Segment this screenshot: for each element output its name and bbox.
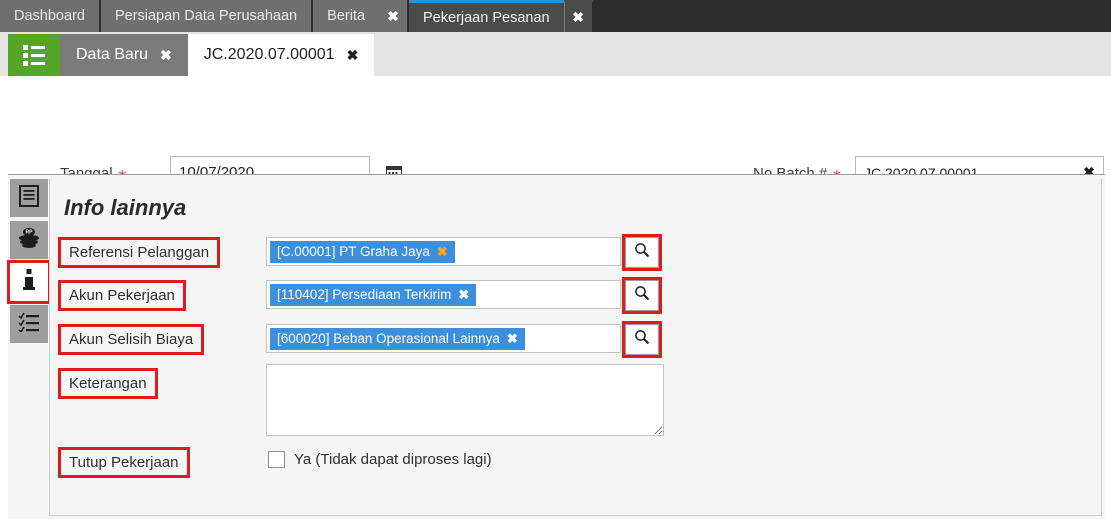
search-icon [634,329,650,350]
rail-item-checklist[interactable] [10,305,48,343]
field-akun-pekerjaan[interactable]: [110402] Persediaan Terkirim ✖ [266,280,621,309]
browser-tab-label: Pekerjaan Pesanan [423,9,550,26]
search-button-akun-pekerjaan[interactable] [622,277,662,314]
tag-label: [C.00001] PT Graha Jaya [277,244,430,259]
browser-tab-label: Berita [327,8,366,24]
money-stack-icon: RP [17,227,41,254]
info-lainnya-card: Info lainnya Referensi Pelanggan [C.0000… [49,179,1102,516]
label-akun-pekerjaan: Akun Pekerjaan [58,280,186,311]
app-tab-label: JC.2020.07.00001 [203,46,335,63]
list-menu-icon[interactable] [8,34,60,76]
page-title: Info lainnya [64,195,187,220]
app-tab-strip-filler [374,32,1111,76]
svg-text:RP: RP [26,229,34,235]
app-tab-jc-2020-07-00001[interactable]: JC.2020.07.00001 ✖ [187,34,375,76]
section-icon-rail: RP [7,179,51,347]
tutup-pekerjaan-checkbox-row[interactable]: Ya (Tidak dapat diproses lagi) [268,451,492,468]
field-akun-selisih-biaya[interactable]: [600020] Beban Operasional Lainnya ✖ [266,324,621,353]
keterangan-textarea[interactable] [266,364,664,436]
app-tab-data-baru-close-icon[interactable]: ✖ [160,47,172,64]
browser-tab-berita-close-icon[interactable]: ✖ [379,0,410,32]
tag-label: [110402] Persediaan Terkirim [277,287,452,302]
info-icon [22,268,36,297]
app-tab-strip: Data Baru ✖ JC.2020.07.00001 ✖ [0,32,1111,76]
tag-remove-icon[interactable]: ✖ [437,244,448,260]
label-tutup-pekerjaan: Tutup Pekerjaan [58,447,190,478]
search-button-referensi-pelanggan[interactable] [622,234,662,271]
tutup-pekerjaan-checkbox-label: Ya (Tidak dapat diproses lagi) [294,451,492,468]
tag-referensi-pelanggan[interactable]: [C.00001] PT Graha Jaya ✖ [270,240,455,263]
browser-tab-strip-filler [593,0,1111,32]
browser-tab-label: Persiapan Data Perusahaan [114,8,298,24]
browser-tab-pekerjaan-pesanan-close-icon[interactable]: ✖ [563,0,594,32]
browser-tab-strip: Dashboard Persiapan Data Perusahaan Beri… [0,0,1111,32]
tag-label: [600020] Beban Operasional Lainnya [277,331,500,346]
header-form: Tanggal ∗ No Batch # ∗ ✖ Favorit [0,76,1111,241]
tag-akun-selisih-biaya[interactable]: [600020] Beban Operasional Lainnya ✖ [270,327,525,350]
content-panel: RP Info lainnya Referensi Pelanggan [C.0… [7,174,1105,519]
app-tab-label: Data Baru [76,46,149,63]
search-button-akun-selisih-biaya[interactable] [622,321,662,358]
rail-item-money[interactable]: RP [10,221,48,259]
rail-item-document[interactable] [10,179,48,217]
label-keterangan: Keterangan [58,368,158,399]
tag-remove-icon[interactable]: ✖ [507,331,518,347]
browser-tab-label: Dashboard [14,8,85,24]
field-referensi-pelanggan[interactable]: [C.00001] PT Graha Jaya ✖ [266,237,621,266]
tag-remove-icon[interactable]: ✖ [458,287,469,303]
browser-tab-berita[interactable]: Berita [313,0,380,32]
tag-akun-pekerjaan[interactable]: [110402] Persediaan Terkirim ✖ [270,283,477,306]
rail-item-info[interactable] [7,260,51,304]
browser-tab-persiapan-data-perusahaan[interactable]: Persiapan Data Perusahaan [100,0,314,32]
browser-tab-dashboard[interactable]: Dashboard [0,0,101,32]
checklist-icon [18,312,40,337]
search-icon [634,285,650,306]
app-tab-data-baru[interactable]: Data Baru ✖ [60,34,188,76]
tutup-pekerjaan-checkbox[interactable] [268,451,285,468]
search-icon [634,242,650,263]
app-tab-jc-2020-07-00001-close-icon[interactable]: ✖ [347,47,359,64]
browser-tab-pekerjaan-pesanan[interactable]: Pekerjaan Pesanan [409,0,564,32]
label-referensi-pelanggan: Referensi Pelanggan [58,237,221,268]
document-icon [19,184,39,212]
label-akun-selisih-biaya: Akun Selisih Biaya [58,324,205,355]
